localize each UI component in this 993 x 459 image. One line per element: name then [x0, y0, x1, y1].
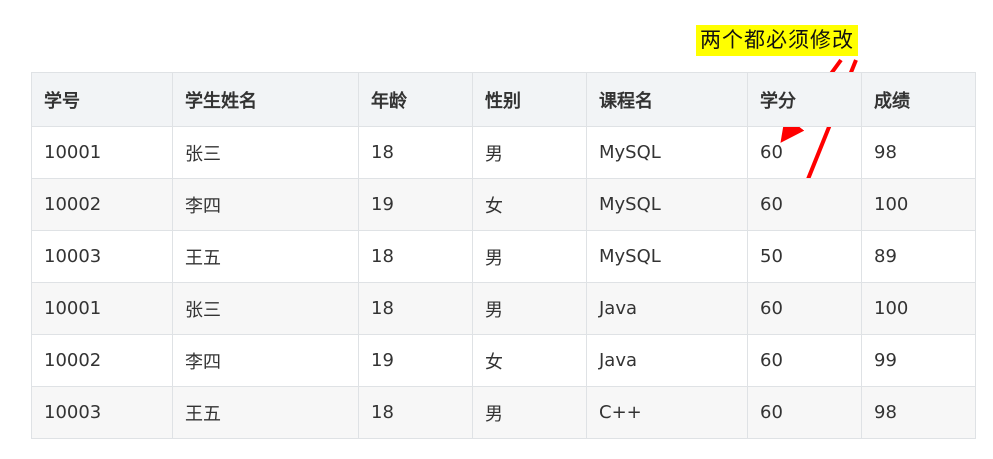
cell-student-name: 王五: [172, 230, 359, 283]
header-gender: 性别: [472, 72, 587, 127]
header-credit: 学分: [747, 72, 862, 127]
cell-age: 18: [358, 386, 473, 439]
cell-course-name: Java: [586, 282, 748, 335]
cell-score: 100: [861, 178, 976, 231]
cell-gender: 男: [472, 230, 587, 283]
cell-age: 19: [358, 334, 473, 387]
table-row: 10002 李四 19 女 Java 60 99: [31, 334, 976, 387]
cell-credit: 50: [747, 230, 862, 283]
header-student-id: 学号: [31, 72, 173, 127]
cell-course-name: MySQL: [586, 126, 748, 179]
cell-student-id: 10001: [31, 126, 173, 179]
cell-student-name: 张三: [172, 126, 359, 179]
cell-student-id: 10003: [31, 386, 173, 439]
cell-student-id: 10002: [31, 178, 173, 231]
cell-gender: 男: [472, 282, 587, 335]
cell-student-name: 李四: [172, 334, 359, 387]
cell-student-id: 10003: [31, 230, 173, 283]
cell-student-name: 李四: [172, 178, 359, 231]
header-course-name: 课程名: [586, 72, 748, 127]
cell-gender: 女: [472, 178, 587, 231]
table-row: 10001 张三 18 男 MySQL 60 98: [31, 126, 976, 179]
cell-credit: 60: [747, 334, 862, 387]
cell-gender: 男: [472, 386, 587, 439]
cell-score: 100: [861, 282, 976, 335]
annotation-label: 两个都必须修改: [696, 25, 858, 56]
cell-credit: 60: [747, 178, 862, 231]
cell-credit: 60: [747, 386, 862, 439]
cell-student-name: 王五: [172, 386, 359, 439]
cell-student-id: 10002: [31, 334, 173, 387]
header-age: 年龄: [358, 72, 473, 127]
course-grade-table: 学号 学生姓名 年龄 性别 课程名 学分 成绩 10001 张三 18 男 My…: [31, 72, 976, 439]
cell-credit: 60: [747, 282, 862, 335]
table-row: 10002 李四 19 女 MySQL 60 100: [31, 178, 976, 231]
cell-course-name: MySQL: [586, 230, 748, 283]
cell-student-name: 张三: [172, 282, 359, 335]
cell-score: 89: [861, 230, 976, 283]
cell-credit: 60: [747, 126, 862, 179]
cell-course-name: C++: [586, 386, 748, 439]
cell-age: 18: [358, 282, 473, 335]
cell-age: 18: [358, 126, 473, 179]
header-score: 成绩: [861, 72, 976, 127]
cell-score: 99: [861, 334, 976, 387]
cell-course-name: MySQL: [586, 178, 748, 231]
cell-score: 98: [861, 386, 976, 439]
table-row: 10003 王五 18 男 C++ 60 98: [31, 386, 976, 439]
cell-course-name: Java: [586, 334, 748, 387]
cell-gender: 女: [472, 334, 587, 387]
cell-student-id: 10001: [31, 282, 173, 335]
cell-score: 98: [861, 126, 976, 179]
table-row: 10003 王五 18 男 MySQL 50 89: [31, 230, 976, 283]
cell-age: 19: [358, 178, 473, 231]
cell-age: 18: [358, 230, 473, 283]
table-header-row: 学号 学生姓名 年龄 性别 课程名 学分 成绩: [31, 72, 976, 127]
cell-gender: 男: [472, 126, 587, 179]
header-student-name: 学生姓名: [172, 72, 359, 127]
table-row: 10001 张三 18 男 Java 60 100: [31, 282, 976, 335]
